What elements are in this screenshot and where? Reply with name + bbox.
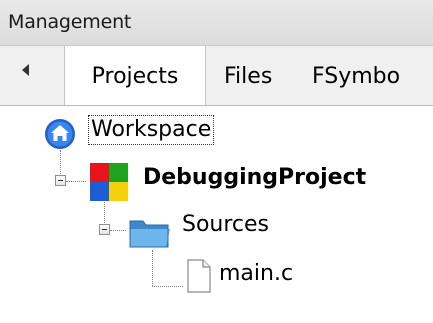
tree-connector — [66, 181, 86, 182]
scroll-left-icon[interactable] — [22, 64, 29, 76]
collapse-project-icon[interactable] — [55, 175, 66, 186]
tab-projects[interactable]: Projects — [64, 46, 206, 105]
tab-strip: Projects Files FSymbo — [0, 46, 433, 106]
collapse-sources-icon[interactable] — [99, 224, 110, 235]
tab-label: Projects — [91, 64, 179, 89]
tab-fsymbols[interactable]: FSymbo — [312, 46, 400, 105]
panel-title: Management — [8, 11, 132, 33]
tab-label: FSymbo — [312, 64, 401, 89]
folder-icon — [129, 220, 170, 248]
file-icon — [187, 259, 211, 293]
tab-label: Files — [224, 64, 273, 89]
tree-node-sources[interactable]: Sources — [182, 212, 269, 237]
tree-connector — [152, 286, 183, 287]
tree-node-project[interactable]: DebuggingProject — [143, 165, 366, 190]
panel-titlebar[interactable]: Management — [0, 0, 433, 46]
tree-node-main-c[interactable]: main.c — [219, 261, 293, 286]
tree-connector — [110, 230, 126, 231]
project-tree: Workspace DebuggingProject Sources main.… — [0, 106, 433, 323]
tree-connector — [60, 150, 61, 174]
home-icon — [45, 119, 75, 149]
tab-files[interactable]: Files — [224, 46, 272, 105]
tree-connector — [104, 202, 105, 223]
project-icon — [90, 163, 128, 201]
tree-connector — [152, 250, 153, 286]
management-panel: Management Projects Files FSymbo Workspa — [0, 0, 433, 323]
tree-node-workspace[interactable]: Workspace — [88, 115, 215, 145]
